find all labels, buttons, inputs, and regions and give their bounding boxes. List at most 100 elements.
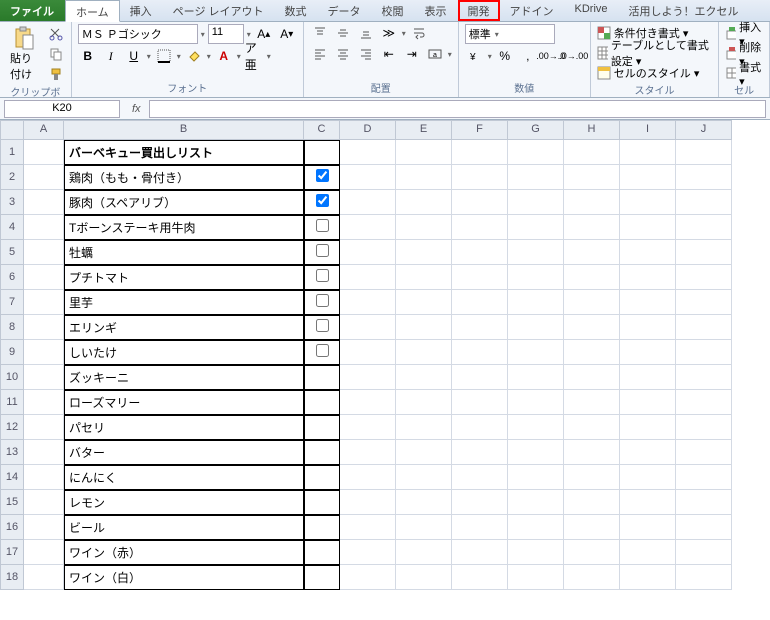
number-format-select[interactable]: 標準▾ [465, 24, 555, 44]
cell-J14[interactable] [676, 465, 732, 490]
cell-C5[interactable] [304, 240, 340, 265]
cell-J4[interactable] [676, 215, 732, 240]
checkbox-row-3[interactable] [316, 194, 329, 207]
tab-data[interactable]: データ [318, 0, 372, 21]
cell-B6[interactable]: プチトマト [64, 265, 304, 290]
tab-insert[interactable]: 挿入 [120, 0, 163, 21]
cell-B13[interactable]: バター [64, 440, 304, 465]
cell-G6[interactable] [508, 265, 564, 290]
fx-icon[interactable]: fx [124, 103, 149, 115]
cell-E13[interactable] [396, 440, 452, 465]
tab-file[interactable]: ファイル [0, 0, 65, 21]
align-bottom-button[interactable] [356, 24, 376, 42]
comma-button[interactable]: , [518, 47, 538, 65]
decrease-indent-button[interactable]: ⇤ [379, 45, 399, 63]
cell-J10[interactable] [676, 365, 732, 390]
checkbox-row-8[interactable] [316, 319, 329, 332]
checkbox-row-7[interactable] [316, 294, 329, 307]
checkbox-row-5[interactable] [316, 244, 329, 257]
row-header-6[interactable]: 6 [0, 265, 24, 290]
cell-G2[interactable] [508, 165, 564, 190]
col-header-I[interactable]: I [620, 120, 676, 140]
cell-C8[interactable] [304, 315, 340, 340]
row-header-4[interactable]: 4 [0, 215, 24, 240]
checkbox-row-6[interactable] [316, 269, 329, 282]
checkbox-row-2[interactable] [316, 169, 329, 182]
cell-I3[interactable] [620, 190, 676, 215]
cell-F11[interactable] [452, 390, 508, 415]
cell-J1[interactable] [676, 140, 732, 165]
cell-J6[interactable] [676, 265, 732, 290]
cell-E2[interactable] [396, 165, 452, 190]
cell-F4[interactable] [452, 215, 508, 240]
cell-I18[interactable] [620, 565, 676, 590]
cell-B11[interactable]: ローズマリー [64, 390, 304, 415]
cell-I2[interactable] [620, 165, 676, 190]
cell-D2[interactable] [340, 165, 396, 190]
cell-E10[interactable] [396, 365, 452, 390]
cell-B3[interactable]: 豚肉（スペアリブ） [64, 190, 304, 215]
cell-F5[interactable] [452, 240, 508, 265]
cell-B15[interactable]: レモン [64, 490, 304, 515]
cell-A12[interactable] [24, 415, 64, 440]
cell-A18[interactable] [24, 565, 64, 590]
cell-A5[interactable] [24, 240, 64, 265]
cell-I15[interactable] [620, 490, 676, 515]
cell-F7[interactable] [452, 290, 508, 315]
tab-view[interactable]: 表示 [415, 0, 458, 21]
cell-J8[interactable] [676, 315, 732, 340]
cell-G16[interactable] [508, 515, 564, 540]
cell-I8[interactable] [620, 315, 676, 340]
cell-J15[interactable] [676, 490, 732, 515]
cell-E6[interactable] [396, 265, 452, 290]
cell-J12[interactable] [676, 415, 732, 440]
cell-G3[interactable] [508, 190, 564, 215]
cell-C6[interactable] [304, 265, 340, 290]
cell-A16[interactable] [24, 515, 64, 540]
cell-J2[interactable] [676, 165, 732, 190]
cell-H15[interactable] [564, 490, 620, 515]
cell-A8[interactable] [24, 315, 64, 340]
col-header-E[interactable]: E [396, 120, 452, 140]
cell-I16[interactable] [620, 515, 676, 540]
cell-B1[interactable]: バーベキュー買出しリスト [64, 140, 304, 165]
cell-B7[interactable]: 里芋 [64, 290, 304, 315]
cell-I4[interactable] [620, 215, 676, 240]
row-header-10[interactable]: 10 [0, 365, 24, 390]
cell-D18[interactable] [340, 565, 396, 590]
cell-G11[interactable] [508, 390, 564, 415]
merge-center-button[interactable]: a [425, 45, 445, 63]
col-header-F[interactable]: F [452, 120, 508, 140]
align-center-button[interactable] [333, 45, 353, 63]
cell-B14[interactable]: にんにく [64, 465, 304, 490]
wrap-text-button[interactable] [409, 24, 429, 42]
cell-F12[interactable] [452, 415, 508, 440]
tab-addins[interactable]: アドイン [500, 0, 565, 21]
cell-D3[interactable] [340, 190, 396, 215]
row-header-18[interactable]: 18 [0, 565, 24, 590]
col-header-B[interactable]: B [64, 120, 304, 140]
cell-F6[interactable] [452, 265, 508, 290]
cell-D4[interactable] [340, 215, 396, 240]
cell-C11[interactable] [304, 390, 340, 415]
copy-button[interactable] [47, 47, 65, 61]
cell-F14[interactable] [452, 465, 508, 490]
cell-A2[interactable] [24, 165, 64, 190]
increase-indent-button[interactable]: ⇥ [402, 45, 422, 63]
cell-D12[interactable] [340, 415, 396, 440]
cell-G14[interactable] [508, 465, 564, 490]
cell-C12[interactable] [304, 415, 340, 440]
cell-C9[interactable] [304, 340, 340, 365]
row-header-11[interactable]: 11 [0, 390, 24, 415]
currency-button[interactable]: ¥ [465, 47, 485, 65]
checkbox-row-4[interactable] [316, 219, 329, 232]
font-color-button[interactable]: A [214, 47, 234, 65]
cell-J16[interactable] [676, 515, 732, 540]
cell-G10[interactable] [508, 365, 564, 390]
cell-G4[interactable] [508, 215, 564, 240]
cell-C15[interactable] [304, 490, 340, 515]
align-right-button[interactable] [356, 45, 376, 63]
cell-B8[interactable]: エリンギ [64, 315, 304, 340]
cell-C18[interactable] [304, 565, 340, 590]
decrease-font-button[interactable]: A▾ [277, 25, 297, 43]
